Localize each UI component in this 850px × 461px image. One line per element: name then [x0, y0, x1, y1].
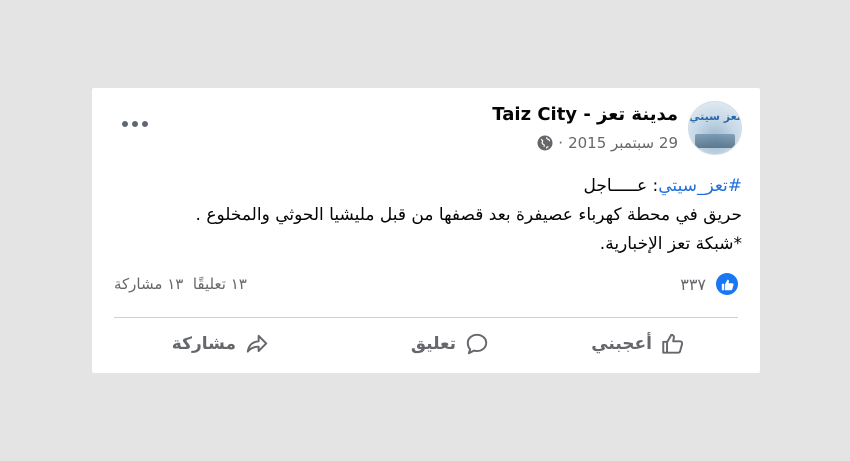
globe-icon[interactable] [537, 135, 553, 151]
post-card: تعز سيتي مدينة تعز - Taiz City 29 سبتمبر… [92, 88, 760, 373]
more-options-icon[interactable] [122, 114, 148, 134]
avatar-logo-text: تعز سيتي [689, 110, 741, 123]
post-headline: #تعز_سيتي: عـــــاجل [112, 172, 742, 201]
post-text: #تعز_سيتي: عـــــاجل حريق في محطة كهرباء… [112, 172, 742, 259]
reactions-summary[interactable]: ٣٣٧ [680, 273, 738, 295]
comments-count[interactable]: ١٣ تعليقًا [193, 275, 247, 293]
share-arrow-icon [246, 334, 268, 353]
share-button[interactable]: مشاركة [172, 328, 270, 360]
shares-count[interactable]: ١٣ مشاركة [114, 275, 183, 293]
hashtag-link[interactable]: #تعز_سيتي [658, 176, 742, 196]
like-label: أعجبني [591, 334, 652, 354]
page-name-link[interactable]: مدينة تعز - Taiz City [492, 104, 678, 125]
comment-label: تعليق [410, 334, 456, 354]
comment-button[interactable]: تعليق [411, 328, 490, 360]
comment-bubble-icon [466, 333, 488, 355]
post-date[interactable]: 29 سبتمبر 2015 [568, 134, 678, 152]
avatar-city-image [695, 134, 735, 148]
post-body-line-2: *شبكة تعز الإخبارية. [599, 234, 742, 254]
thumbs-up-badge-icon [716, 273, 738, 295]
like-button[interactable]: أعجبني [591, 328, 686, 360]
stats-divider [114, 317, 738, 318]
likes-count: ٣٣٧ [680, 274, 706, 294]
post-meta: 29 سبتمبر 2015 · [537, 134, 678, 152]
page-avatar[interactable]: تعز سيتي [688, 101, 742, 155]
meta-separator: · [558, 134, 564, 152]
engagement-counts: ١٣ تعليقًا ١٣ مشاركة [114, 275, 247, 293]
post-body-line-1: حريق في محطة كهرباء عصيفرة بعد قصفها من … [195, 205, 742, 225]
share-label: مشاركة [171, 334, 236, 354]
thumbs-up-icon [662, 333, 684, 354]
headline-text: : عـــــاجل [583, 176, 659, 196]
